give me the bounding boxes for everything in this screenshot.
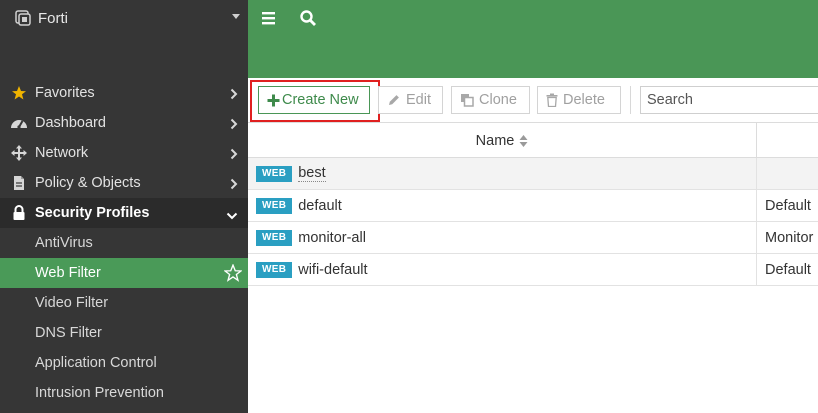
profiles-table: Name WEB best WEB default Default WEB mo… <box>248 122 818 286</box>
clone-copy-icon <box>460 93 474 107</box>
chevron-right-icon <box>230 117 238 133</box>
profile-name: default <box>298 197 342 214</box>
type-badge: WEB <box>256 261 293 278</box>
edit-button[interactable]: Edit <box>378 86 443 114</box>
table-row[interactable]: WEB monitor-all Monitor <box>248 222 818 254</box>
table-row[interactable]: WEB wifi-default Default <box>248 254 818 286</box>
sidebar-subitem-label: AntiVirus <box>35 235 93 251</box>
delete-label: Delete <box>563 92 605 108</box>
name-cell: WEB best <box>248 158 757 189</box>
lock-icon <box>10 204 28 222</box>
type-badge: WEB <box>256 197 293 214</box>
sidebar-subitem-label: Intrusion Prevention <box>35 385 164 401</box>
sidebar-subitem-dns-filter[interactable]: DNS Filter <box>0 318 248 348</box>
sidebar-item-label: Network <box>35 145 89 161</box>
chevron-right-icon <box>230 87 238 103</box>
sidebar-item-label: Dashboard <box>35 115 106 131</box>
policy-document-icon <box>10 174 28 192</box>
clone-button[interactable]: Clone <box>451 86 530 114</box>
search-icon[interactable] <box>299 9 317 27</box>
name-cell: WEB wifi-default <box>248 254 757 285</box>
sidebar-item-policy-objects[interactable]: Policy & Objects <box>0 168 248 198</box>
table-row[interactable]: WEB best <box>248 158 818 190</box>
column-header-label: Name <box>475 132 515 149</box>
sidebar-subitem-label: DNS Filter <box>35 325 102 341</box>
delete-button[interactable]: Delete <box>537 86 621 114</box>
profile-name: monitor-all <box>298 229 366 246</box>
sidebar-subitem-web-filter[interactable]: Web Filter <box>0 258 248 288</box>
sidebar-item-label: Favorites <box>35 85 95 101</box>
comments-cell: Default <box>765 261 811 278</box>
trash-icon <box>546 93 558 107</box>
column-header-comments[interactable] <box>758 123 818 158</box>
sidebar-nav: Favorites Dashboard Network Policy & Obj… <box>0 78 248 408</box>
profile-name: wifi-default <box>298 261 368 278</box>
top-bar <box>248 0 818 78</box>
pencil-icon <box>387 93 401 107</box>
network-arrows-icon <box>10 144 28 162</box>
dashboard-gauge-icon <box>10 114 28 132</box>
create-new-label: Create New <box>282 92 359 108</box>
sidebar-item-favorites[interactable]: Favorites <box>0 78 248 108</box>
sidebar-item-label: Security Profiles <box>35 205 150 221</box>
clone-label: Clone <box>479 92 517 108</box>
sidebar-item-network[interactable]: Network <box>0 138 248 168</box>
vdom-selector[interactable]: Forti <box>0 0 248 36</box>
chevron-right-icon <box>230 147 238 163</box>
sidebar-subitem-intrusion-prevention[interactable]: Intrusion Prevention <box>0 378 248 408</box>
search-input[interactable] <box>640 86 818 114</box>
type-badge: WEB <box>256 165 293 182</box>
star-icon <box>10 84 28 102</box>
table-row[interactable]: WEB default Default <box>248 190 818 222</box>
sidebar-item-label: Policy & Objects <box>35 175 141 191</box>
sidebar-subitem-antivirus[interactable]: AntiVirus <box>0 228 248 258</box>
favorite-star-outline-icon[interactable] <box>223 263 243 286</box>
sidebar-subitem-label: Application Control <box>35 355 157 371</box>
fortigate-device-icon <box>14 9 32 27</box>
toolbar: Create New Edit Clone Delete <box>248 78 818 122</box>
comments-cell: Default <box>765 197 811 214</box>
sidebar: Forti Favorites Dashboard Network Policy… <box>0 0 248 413</box>
sidebar-item-security-profiles[interactable]: Security Profiles <box>0 198 248 228</box>
name-cell: WEB default <box>248 190 757 221</box>
chevron-down-icon <box>226 207 238 223</box>
name-cell: WEB monitor-all <box>248 222 757 253</box>
menu-hamburger-icon[interactable] <box>261 10 279 26</box>
sidebar-subitem-video-filter[interactable]: Video Filter <box>0 288 248 318</box>
plus-icon <box>267 94 280 107</box>
type-badge: WEB <box>256 229 293 246</box>
sidebar-subitem-label: Web Filter <box>35 265 101 281</box>
profile-name: best <box>298 164 326 182</box>
sidebar-subitem-application-control[interactable]: Application Control <box>0 348 248 378</box>
edit-label: Edit <box>406 92 431 108</box>
create-new-button[interactable]: Create New <box>258 86 370 114</box>
sort-icon <box>519 134 528 148</box>
toolbar-divider <box>630 86 631 114</box>
caret-down-icon <box>232 14 240 19</box>
column-header-name[interactable]: Name <box>248 123 757 158</box>
comments-cell: Monitor <box>765 229 814 246</box>
comments-cell <box>765 158 818 189</box>
sidebar-subitem-label: Video Filter <box>35 295 109 311</box>
sidebar-item-dashboard[interactable]: Dashboard <box>0 108 248 138</box>
table-header: Name <box>248 122 818 158</box>
chevron-right-icon <box>230 177 238 193</box>
brand-name: Forti <box>38 9 68 27</box>
